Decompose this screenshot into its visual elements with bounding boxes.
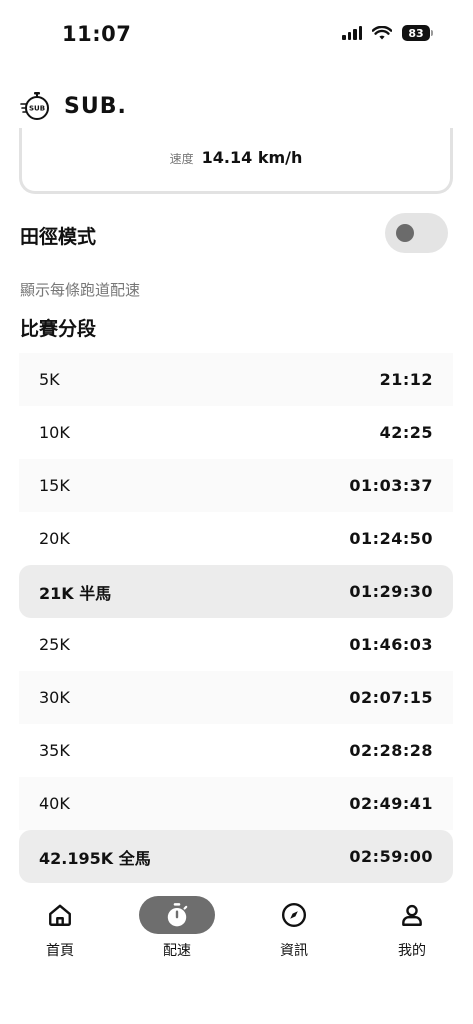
- track-mode-label: 田徑模式: [20, 226, 97, 248]
- split-distance: 35K: [39, 741, 70, 760]
- nav-item-pace[interactable]: 配速: [127, 896, 227, 960]
- split-distance: 15K: [39, 476, 70, 495]
- split-row: 25K 01:46:03: [19, 618, 453, 671]
- split-row: 35K 02:28:28: [19, 724, 453, 777]
- nav-label-home: 首頁: [46, 943, 74, 959]
- split-distance: 20K: [39, 529, 70, 548]
- split-row: 15K 01:03:37: [19, 459, 453, 512]
- status-time: 11:07: [62, 22, 132, 46]
- split-time: 01:03:37: [349, 476, 433, 495]
- nav-item-info[interactable]: 資訊: [244, 896, 344, 960]
- nav-item-home[interactable]: 首頁: [10, 896, 110, 960]
- track-mode-description: 顯示每條跑道配速: [20, 281, 141, 299]
- split-time: 02:07:15: [349, 688, 433, 707]
- logo-text: SUB: [29, 105, 45, 113]
- status-icons: 83: [342, 25, 433, 41]
- split-distance: 21K 半馬: [39, 583, 112, 603]
- compass-icon: [281, 902, 307, 928]
- wifi-icon: [372, 25, 392, 39]
- stopwatch-sub-icon: SUB: [20, 92, 49, 120]
- split-time: 01:29:30: [349, 582, 433, 601]
- split-row: 5K 21:12: [19, 353, 453, 406]
- splits-list: 5K 21:12 10K 42:25 15K 01:03:37 20K 01:2…: [19, 353, 453, 883]
- user-icon: [402, 904, 422, 926]
- speed-row: 速度 14.14 km/h: [22, 148, 450, 167]
- splits-title: 比賽分段: [20, 318, 97, 340]
- split-time: 01:24:50: [349, 529, 433, 548]
- toggle-knob: [396, 224, 414, 242]
- split-row: 40K 02:49:41: [19, 777, 453, 830]
- split-time: 21:12: [379, 370, 433, 389]
- split-time: 42:25: [379, 423, 433, 442]
- speed-value: 14.14 km/h: [201, 148, 303, 167]
- split-distance: 25K: [39, 635, 70, 654]
- nav-label-profile: 我的: [398, 943, 426, 959]
- split-row: 30K 02:07:15: [19, 671, 453, 724]
- nav-label-info: 資訊: [280, 943, 308, 959]
- bottom-nav: 首頁 配速 資訊 我的: [0, 896, 473, 976]
- split-time: 02:59:00: [349, 847, 433, 866]
- split-distance: 42.195K 全馬: [39, 848, 151, 868]
- split-distance: 40K: [39, 794, 70, 813]
- battery-level: 83: [402, 25, 430, 41]
- stopwatch-icon: [167, 903, 188, 927]
- speed-label: 速度: [169, 152, 194, 166]
- nav-item-profile[interactable]: 我的: [362, 896, 462, 960]
- battery-icon: 83: [402, 25, 433, 41]
- split-time: 02:28:28: [349, 741, 433, 760]
- home-icon: [49, 904, 71, 926]
- app-title: SUB.: [64, 93, 127, 119]
- split-row: 10K 42:25: [19, 406, 453, 459]
- split-distance: 5K: [39, 370, 60, 389]
- split-time: 01:46:03: [349, 635, 433, 654]
- pace-card: 速度 14.14 km/h: [19, 128, 453, 194]
- signal-icon: [342, 26, 362, 40]
- split-row: 20K 01:24:50: [19, 512, 453, 565]
- split-distance: 10K: [39, 423, 70, 442]
- split-distance: 30K: [39, 688, 70, 707]
- nav-label-pace: 配速: [163, 943, 191, 959]
- split-row: 21K 半馬 01:29:30: [19, 565, 453, 618]
- split-time: 02:49:41: [349, 794, 433, 813]
- app-header: SUB SUB.: [20, 86, 127, 126]
- track-mode-toggle[interactable]: [385, 213, 448, 253]
- split-row: 42.195K 全馬 02:59:00: [19, 830, 453, 883]
- status-bar: 11:07 83: [0, 0, 473, 70]
